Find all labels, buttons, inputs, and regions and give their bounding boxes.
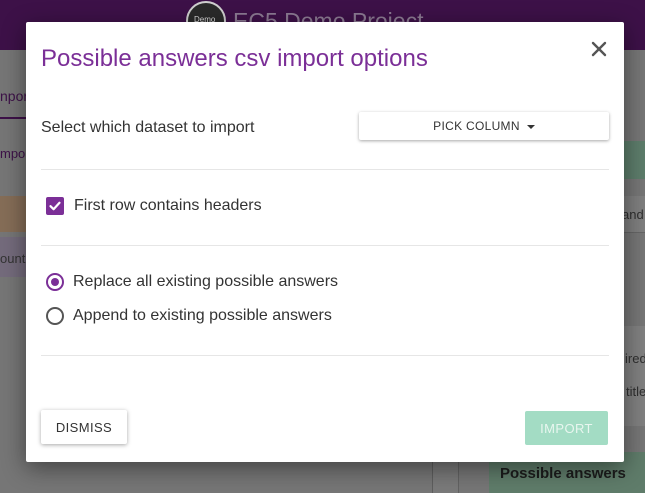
pick-column-dropdown[interactable]: PICK COLUMN [359,112,609,140]
right-field-text: and [622,207,644,222]
left-tab-indicator [0,117,26,119]
radio-append[interactable] [46,307,64,325]
close-icon [591,41,607,57]
left-count-label: ount [0,251,26,266]
checkmark-icon [49,201,61,211]
right-header-strip [624,141,645,179]
radio-append-label: Append to existing possible answers [73,307,332,324]
headers-checkbox-label: First row contains headers [74,197,262,214]
divider [41,245,609,246]
radio-replace[interactable] [46,273,64,291]
pick-column-label: PICK COLUMN [433,119,520,133]
right-title-label: title [626,384,645,399]
modal-title: Possible answers csv import options [41,45,428,72]
headers-checkbox-row[interactable]: First row contains headers [46,197,262,215]
csv-import-modal: Possible answers csv import options Sele… [26,22,624,462]
caret-down-icon [526,124,535,129]
dismiss-button[interactable]: DISMISS [41,410,127,444]
divider [41,355,609,356]
divider [41,169,609,170]
import-button[interactable]: IMPORT [525,411,608,445]
close-button[interactable] [586,36,612,62]
possible-answers-tab-label: Possible answers [500,465,626,482]
headers-checkbox[interactable] [46,197,64,215]
radio-replace-label: Replace all existing possible answers [73,273,339,290]
radio-append-row[interactable]: Append to existing possible answers [46,307,332,325]
radio-replace-row[interactable]: Replace all existing possible answers [46,273,338,291]
left-warning-strip [0,196,26,232]
radio-selected-dot [51,278,59,286]
dataset-label: Select which dataset to import [41,119,255,136]
right-card [624,326,645,426]
right-required-label: ired [625,351,645,366]
